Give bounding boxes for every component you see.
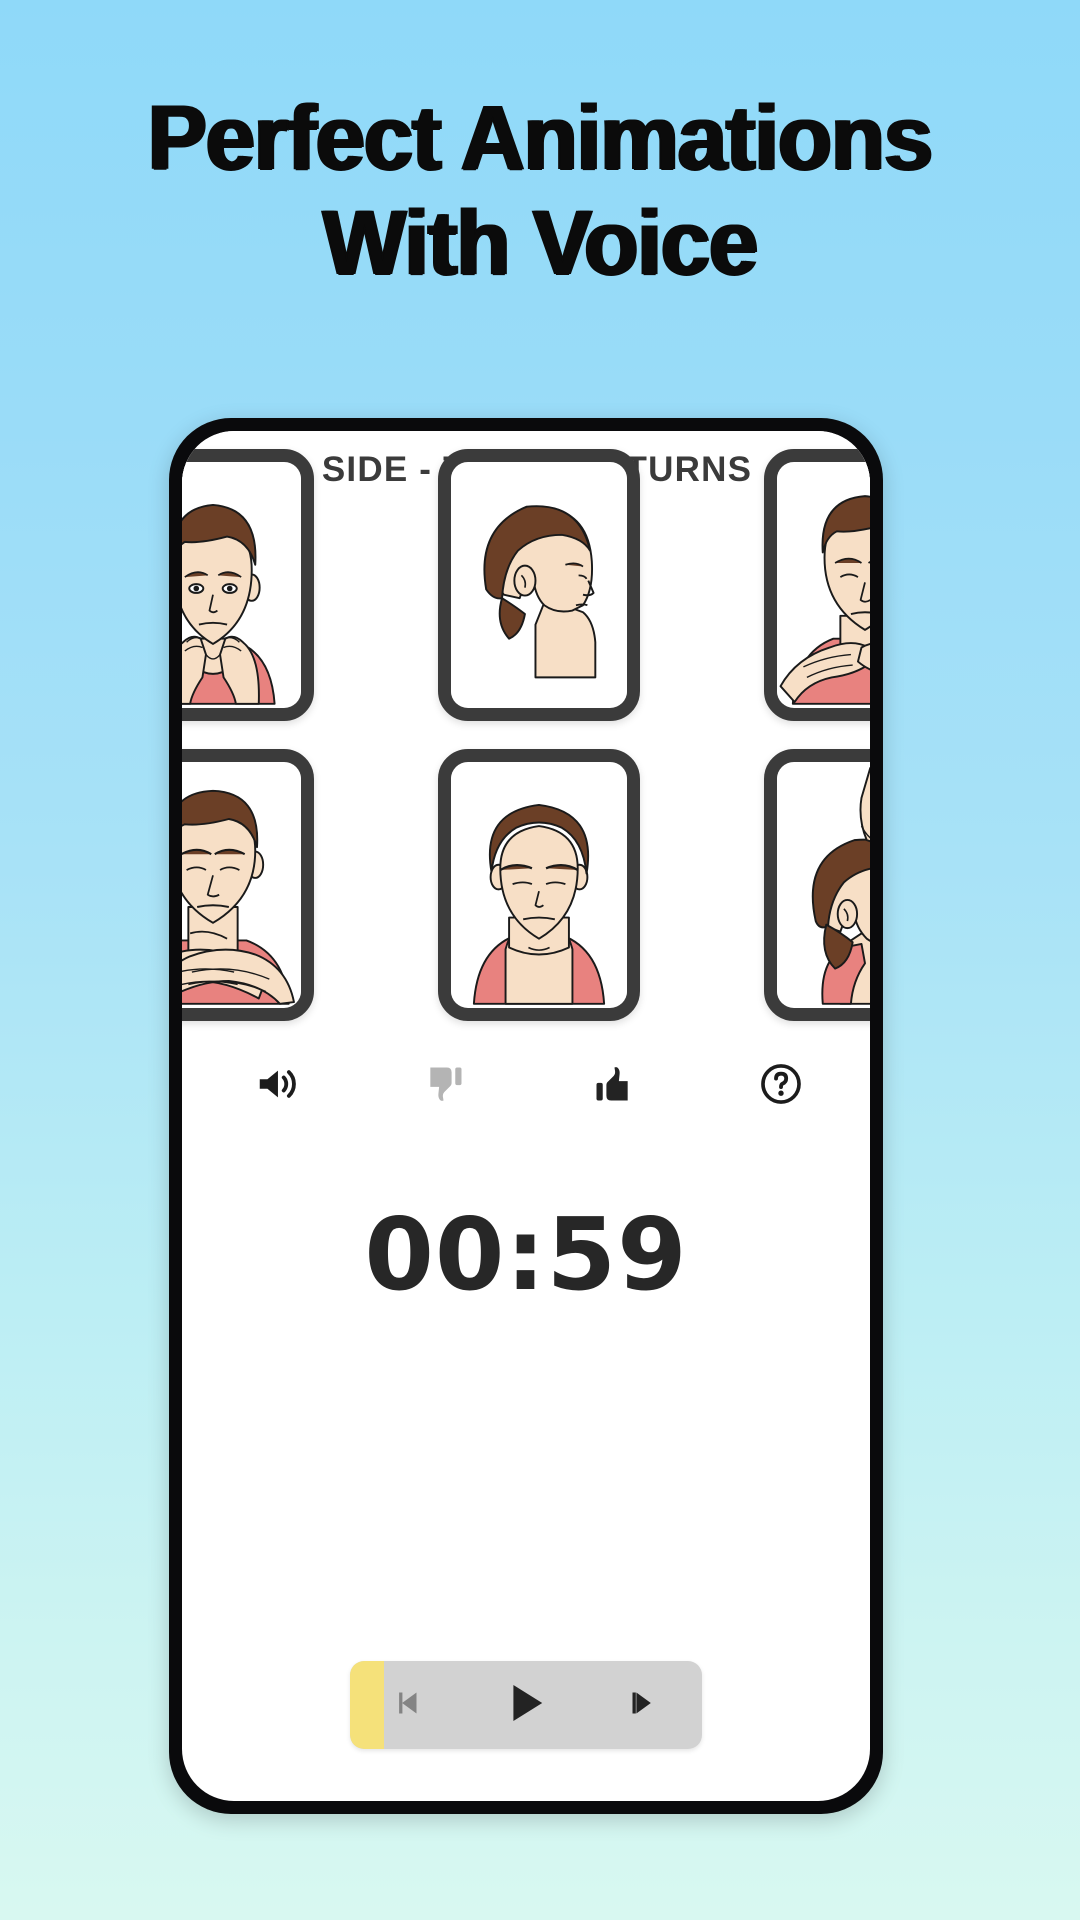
exercise-card-1[interactable] — [182, 449, 314, 721]
play-icon — [499, 1676, 553, 1735]
action-bar — [182, 1049, 870, 1123]
card-row-2 — [182, 749, 870, 1021]
phone-mockup: SIDE - TO - SIDE TURNS — [169, 418, 883, 1814]
illustration-turn-hand-behind — [777, 766, 870, 1005]
illustration-head-back-hands-neck — [777, 466, 870, 705]
exercise-card-3[interactable] — [764, 449, 870, 721]
sound-button[interactable] — [240, 1049, 314, 1123]
promo-headline: Perfect Animations With Voice — [22, 86, 1059, 296]
illustration-head-down — [451, 766, 627, 1005]
help-circle-icon — [758, 1061, 804, 1112]
skip-next-icon — [625, 1685, 661, 1726]
exercise-card-grid — [182, 449, 870, 1049]
headline-line-2: With Voice — [322, 192, 758, 294]
like-button[interactable] — [576, 1049, 650, 1123]
play-button[interactable] — [467, 1661, 584, 1749]
sound-icon — [254, 1061, 300, 1112]
exercise-card-5[interactable] — [438, 749, 640, 1021]
illustration-profile-right — [451, 466, 627, 704]
exercise-card-4[interactable] — [182, 749, 314, 1021]
illustration-look-up-crossed-hands — [182, 766, 301, 1005]
card-row-1 — [182, 449, 870, 721]
player-controls — [350, 1661, 702, 1749]
thumbs-up-icon — [591, 1062, 635, 1111]
phone-screen: SIDE - TO - SIDE TURNS — [182, 431, 870, 1801]
next-button[interactable] — [585, 1661, 702, 1749]
exercise-card-2[interactable] — [438, 449, 640, 721]
previous-button[interactable] — [350, 1661, 467, 1749]
headline-line-1: Perfect Animations — [147, 87, 933, 189]
skip-previous-icon — [391, 1685, 427, 1726]
help-button[interactable] — [744, 1049, 818, 1123]
thumbs-down-icon — [423, 1062, 467, 1111]
illustration-front-hands-chin — [182, 466, 301, 705]
countdown-timer: 00:59 — [364, 1196, 688, 1313]
exercise-card-6[interactable] — [764, 749, 870, 1021]
dislike-button[interactable] — [408, 1049, 482, 1123]
